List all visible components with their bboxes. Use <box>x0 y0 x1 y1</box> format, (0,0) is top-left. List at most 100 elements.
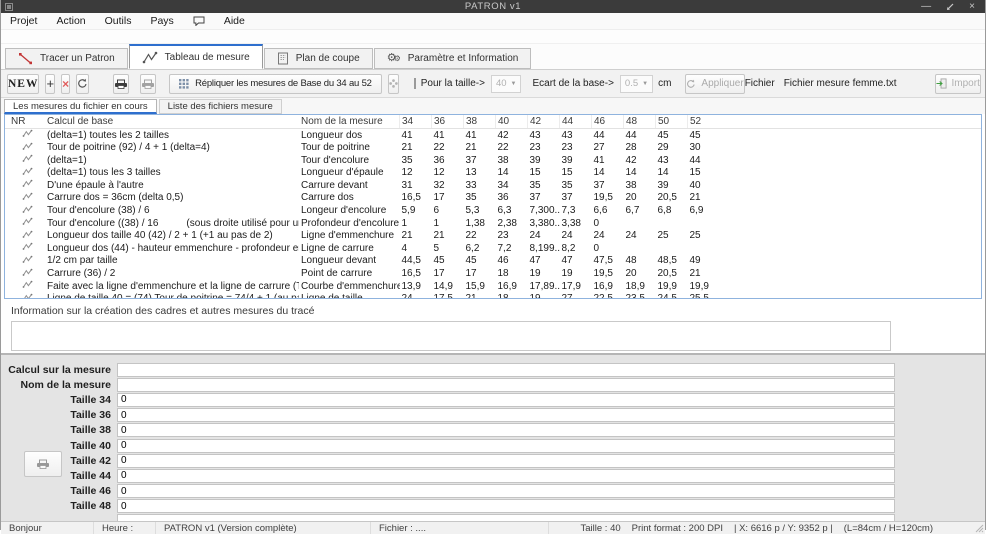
row-size-value-cell[interactable]: 44,5 <box>400 255 432 268</box>
row-size-value-cell[interactable]: 47 <box>560 255 592 268</box>
row-size-value-cell[interactable]: 42 <box>624 154 656 167</box>
row-size-value-cell[interactable]: 43 <box>528 129 560 142</box>
row-size-value-cell[interactable] <box>688 242 720 255</box>
row-size-value-cell[interactable]: 36 <box>432 154 464 167</box>
row-size-value-cell[interactable]: 35 <box>400 154 432 167</box>
new-button[interactable]: NEW <box>7 74 39 94</box>
row-size-value-cell[interactable]: 38 <box>496 154 528 167</box>
row-size-value-cell[interactable]: 20,5 <box>656 192 688 205</box>
measure-row[interactable]: Longueur dos (44) - hauteur emmenchure -… <box>5 242 981 255</box>
row-size-value-cell[interactable]: 24 <box>560 230 592 243</box>
row-size-value-cell[interactable]: 16,9 <box>496 280 528 293</box>
row-size-value-cell[interactable]: 14 <box>624 167 656 180</box>
measure-row[interactable]: Carrure (36) / 2Point de carrure16,51717… <box>5 268 981 281</box>
row-size-value-cell[interactable]: 42 <box>496 129 528 142</box>
row-size-value-cell[interactable]: 39 <box>528 154 560 167</box>
menu-pays[interactable]: Pays <box>150 15 173 27</box>
form-field-input-nom-de-la-mesure[interactable] <box>117 378 895 392</box>
form-field-input-taille-48[interactable] <box>117 499 895 513</box>
row-size-value-cell[interactable]: 23 <box>496 230 528 243</box>
measure-row[interactable]: D'une épaule à l'autreCarrure devant3132… <box>5 179 981 192</box>
row-size-value-cell[interactable]: 48 <box>624 255 656 268</box>
row-size-value-cell[interactable]: 41 <box>464 129 496 142</box>
info-textarea[interactable] <box>11 321 891 351</box>
row-size-value-cell[interactable]: 28 <box>624 142 656 155</box>
tab-tracer-un-patron[interactable]: Tracer un Patron <box>5 48 128 69</box>
row-size-value-cell[interactable]: 18,9 <box>624 280 656 293</box>
add-measure-button[interactable]: + <box>45 74 55 94</box>
row-size-value-cell[interactable]: 7,3 <box>560 205 592 218</box>
row-size-value-cell[interactable]: 19,5 <box>592 268 624 281</box>
form-field-input-taille-38[interactable] <box>117 423 895 437</box>
print-disabled-button[interactable] <box>140 74 156 94</box>
row-size-value-cell[interactable]: 5,3 <box>464 205 496 218</box>
minimize-button[interactable]: — <box>921 2 931 12</box>
speech-bubble-icon[interactable] <box>193 16 205 26</box>
row-size-value-cell[interactable]: 21 <box>688 268 720 281</box>
for-size-checkbox[interactable] <box>414 78 416 89</box>
row-size-value-cell[interactable]: 19,9 <box>656 280 688 293</box>
row-size-value-cell[interactable]: 41 <box>432 129 464 142</box>
row-size-value-cell[interactable]: 45 <box>656 129 688 142</box>
row-size-value-cell[interactable]: 47 <box>528 255 560 268</box>
row-size-value-cell[interactable]: 24 <box>592 230 624 243</box>
measure-row[interactable]: (delta=1)Tour d'encolure3536373839394142… <box>5 154 981 167</box>
row-size-value-cell[interactable]: 20 <box>624 192 656 205</box>
row-size-value-cell[interactable]: 6 <box>432 205 464 218</box>
row-size-value-cell[interactable]: 16,5 <box>400 268 432 281</box>
partial-input-strip[interactable] <box>117 514 895 521</box>
row-size-value-cell[interactable]: 20 <box>624 268 656 281</box>
row-size-value-cell[interactable]: 13,9 <box>400 280 432 293</box>
row-size-value-cell[interactable]: 27 <box>592 142 624 155</box>
row-size-value-cell[interactable]: 13 <box>464 167 496 180</box>
row-size-value-cell[interactable]: 31 <box>400 179 432 192</box>
row-size-value-cell[interactable]: 16,5 <box>400 192 432 205</box>
measure-row[interactable]: (delta=1) tous les 3 taillesLongueur d'é… <box>5 167 981 180</box>
row-size-value-cell[interactable]: 22 <box>432 142 464 155</box>
row-size-value-cell[interactable]: 15 <box>528 167 560 180</box>
row-size-value-cell[interactable]: 44 <box>688 154 720 167</box>
row-size-value-cell[interactable]: 37 <box>560 192 592 205</box>
row-size-value-cell[interactable]: 39 <box>560 154 592 167</box>
measure-row[interactable]: (delta=1) toutes les 2 taillesLongueur d… <box>5 129 981 142</box>
row-size-value-cell[interactable]: 35 <box>528 179 560 192</box>
row-size-value-cell[interactable]: 44 <box>592 129 624 142</box>
menu-outils[interactable]: Outils <box>105 15 132 27</box>
measure-row[interactable]: Faite avec la ligne d'emmenchure et la l… <box>5 280 981 293</box>
row-size-value-cell[interactable] <box>624 242 656 255</box>
apply-button[interactable]: Appliquer <box>685 74 744 94</box>
row-size-value-cell[interactable]: 43 <box>560 129 592 142</box>
row-size-value-cell[interactable]: 15 <box>560 167 592 180</box>
row-size-value-cell[interactable]: 7,300... <box>528 205 560 218</box>
form-field-input-taille-44[interactable] <box>117 469 895 483</box>
row-size-value-cell[interactable]: 15,9 <box>464 280 496 293</box>
form-field-input-taille-34[interactable] <box>117 393 895 407</box>
row-size-value-cell[interactable]: 6,2 <box>464 242 496 255</box>
row-size-value-cell[interactable]: 14 <box>656 167 688 180</box>
row-size-value-cell[interactable]: 3,380... <box>528 217 560 230</box>
row-size-value-cell[interactable] <box>688 217 720 230</box>
measure-row[interactable]: Tour d'encolure (38) / 6Longeur d'encolu… <box>5 205 981 218</box>
measure-row[interactable]: Longueur dos taille 40 (42) / 2 + 1 (+1 … <box>5 230 981 243</box>
row-size-value-cell[interactable]: 21 <box>432 230 464 243</box>
form-field-input-taille-42[interactable] <box>117 454 895 468</box>
replicate-measures-button[interactable]: Répliquer les mesures de Base du 34 au 5… <box>169 74 382 94</box>
row-size-value-cell[interactable]: 18 <box>496 268 528 281</box>
row-size-value-cell[interactable]: 2,38 <box>496 217 528 230</box>
row-size-value-cell[interactable] <box>656 217 688 230</box>
measure-row[interactable]: Carrure dos = 36cm (delta 0,5)Carrure do… <box>5 192 981 205</box>
close-button[interactable]: × <box>969 2 975 12</box>
row-size-value-cell[interactable]: 49 <box>688 255 720 268</box>
row-size-value-cell[interactable]: 21 <box>688 192 720 205</box>
row-size-value-cell[interactable]: 33 <box>464 179 496 192</box>
row-size-value-cell[interactable]: 41 <box>592 154 624 167</box>
row-size-value-cell[interactable]: 17 <box>432 192 464 205</box>
row-size-value-cell[interactable] <box>624 217 656 230</box>
tab-parametre-et-information[interactable]: ⚙⚙ Paramètre et Information <box>374 48 532 69</box>
row-size-value-cell[interactable]: 14 <box>496 167 528 180</box>
row-size-value-cell[interactable]: 45 <box>688 129 720 142</box>
row-size-value-cell[interactable]: 21 <box>400 230 432 243</box>
row-size-value-cell[interactable]: 44 <box>624 129 656 142</box>
measure-row[interactable]: Tour de poitrine (92) / 4 + 1 (delta=4)T… <box>5 142 981 155</box>
row-size-value-cell[interactable] <box>656 242 688 255</box>
